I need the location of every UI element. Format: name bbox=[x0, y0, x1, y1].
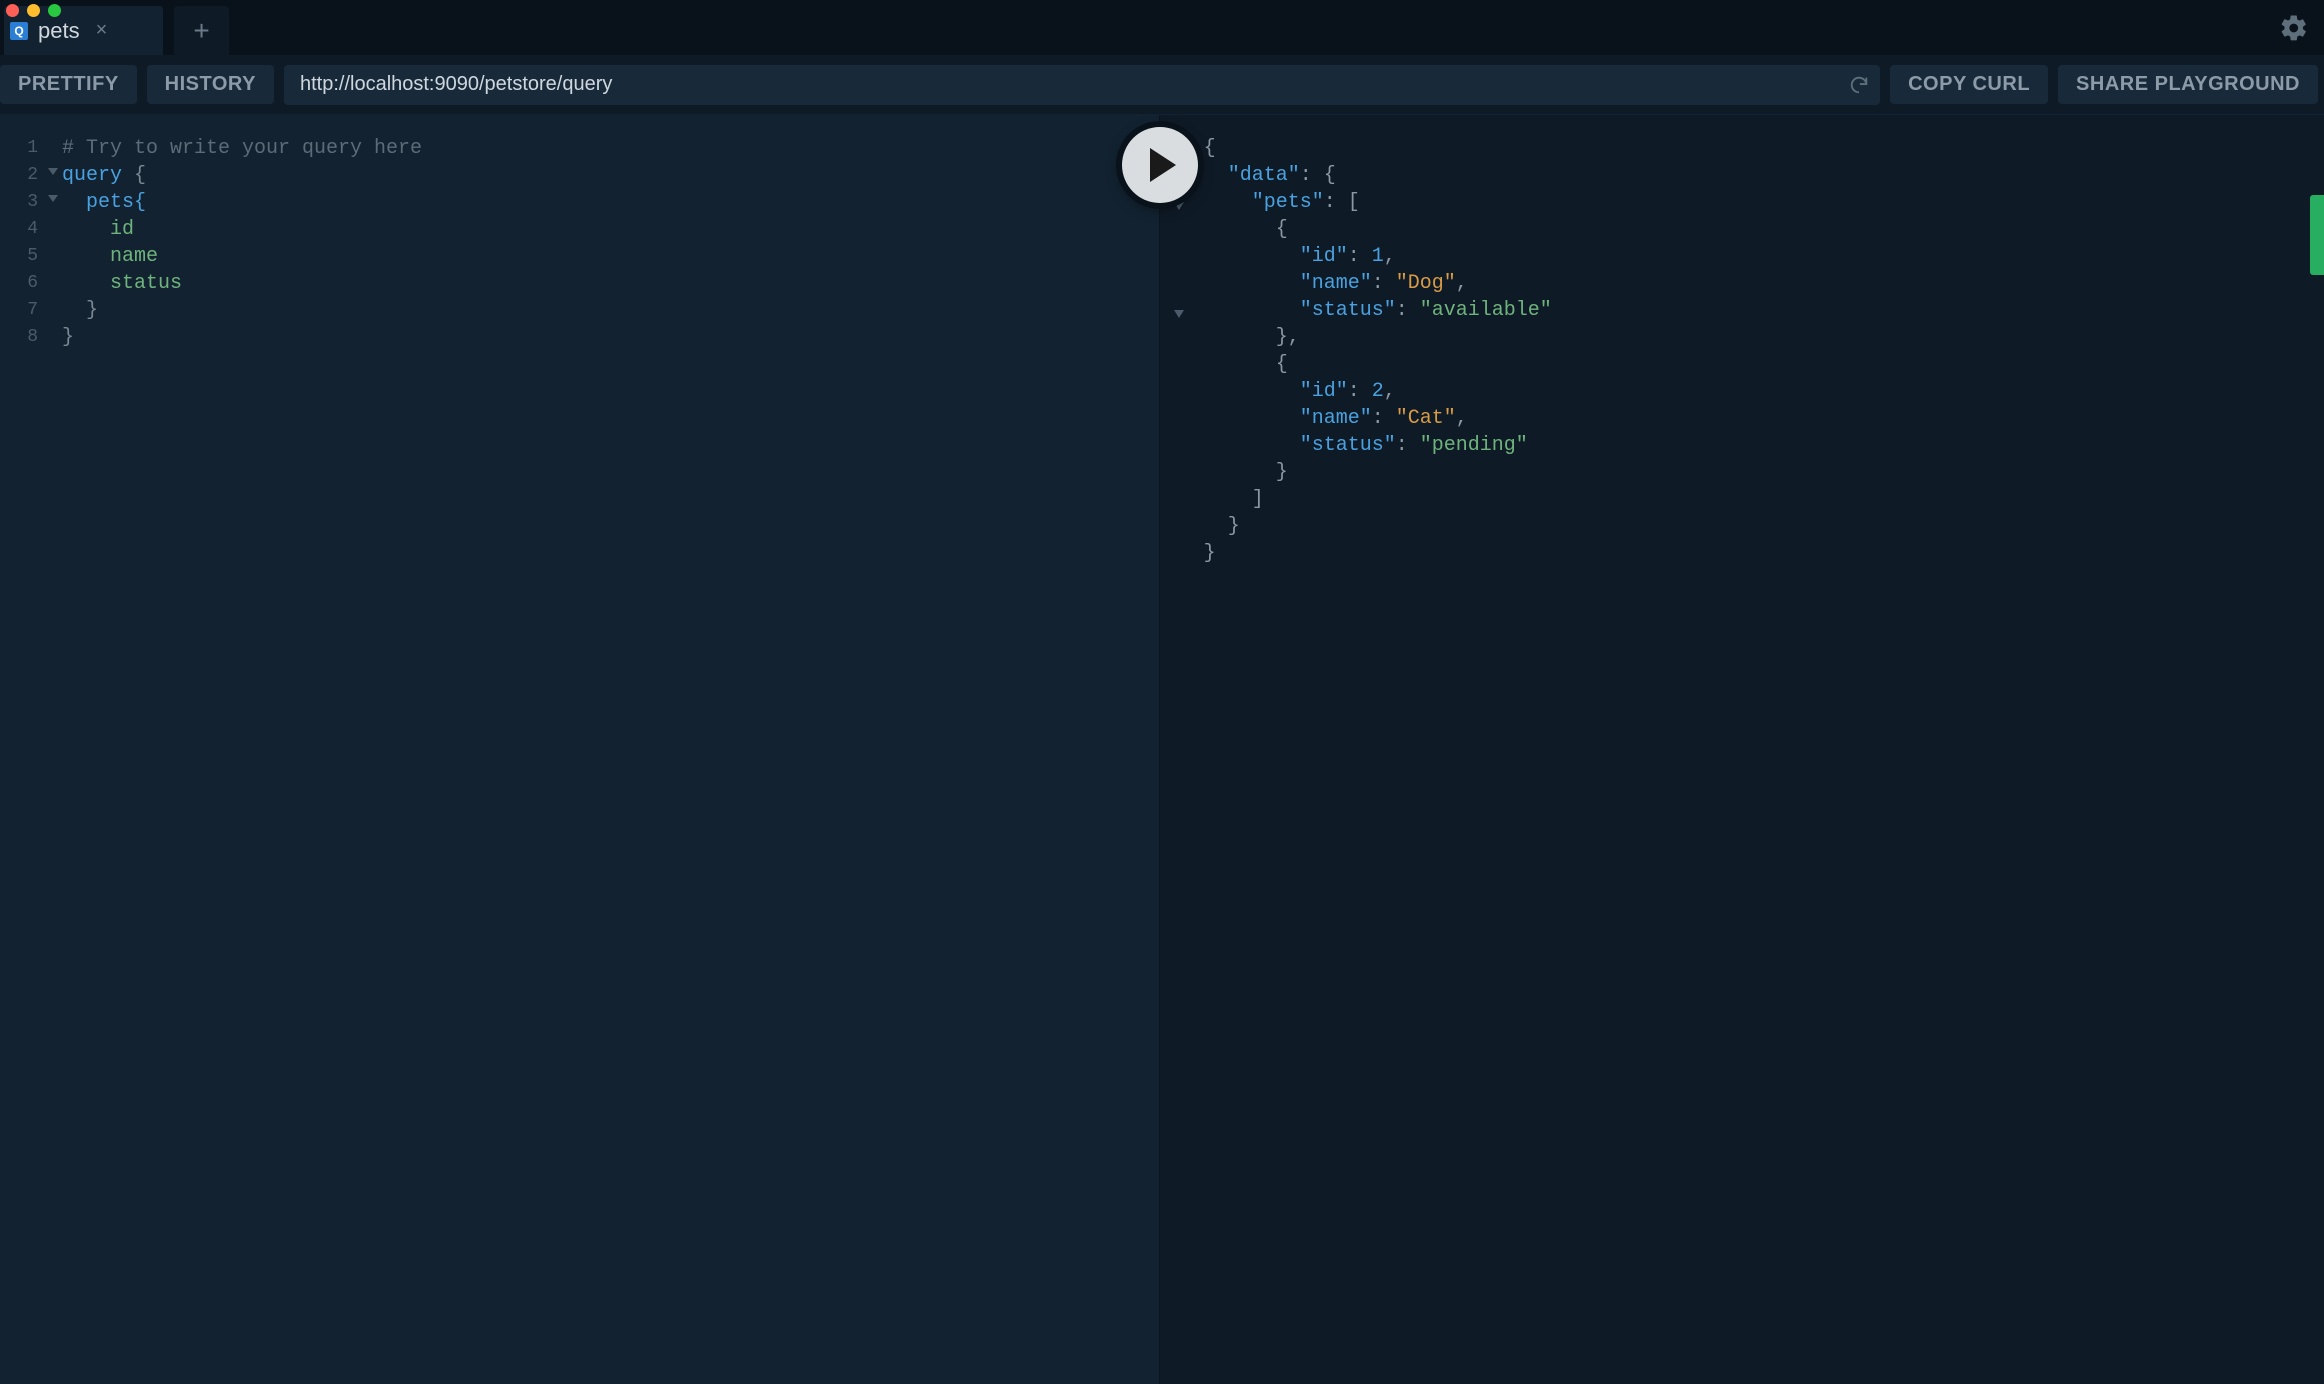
tab-title: pets bbox=[38, 18, 80, 44]
json-key-data: "data" bbox=[1228, 164, 1300, 187]
json-key-name: "name" bbox=[1300, 272, 1372, 295]
json-key-status: "status" bbox=[1300, 434, 1396, 457]
json-value: "Cat" bbox=[1396, 407, 1456, 430]
code-attr-status: status bbox=[62, 272, 182, 295]
play-icon bbox=[1150, 148, 1176, 182]
query-editor[interactable]: 1 2 3 4 5 6 7 8 # Try to write your quer… bbox=[0, 115, 1159, 351]
json-value: "pending" bbox=[1420, 434, 1528, 457]
json-key-name: "name" bbox=[1300, 407, 1372, 430]
json-value: "Dog" bbox=[1396, 272, 1456, 295]
zoom-window-dot[interactable] bbox=[48, 4, 61, 17]
result-pane: { "data": { "pets": [ { "id": 1, "name":… bbox=[1160, 115, 2324, 1384]
json-key-id: "id" bbox=[1300, 245, 1348, 268]
tab-bar: Q pets × + bbox=[0, 0, 2324, 55]
reload-icon bbox=[1848, 74, 1870, 96]
code-attr-name: name bbox=[62, 245, 158, 268]
prettify-button[interactable]: PRETTIFY bbox=[0, 65, 137, 104]
json-value: 1 bbox=[1372, 245, 1384, 268]
json-key-status: "status" bbox=[1300, 299, 1396, 322]
endpoint-field[interactable] bbox=[284, 65, 1880, 105]
share-playground-button[interactable]: SHARE PLAYGROUND bbox=[2058, 65, 2318, 104]
code-comment: # Try to write your query here bbox=[62, 137, 422, 160]
query-editor-pane: 1 2 3 4 5 6 7 8 # Try to write your quer… bbox=[0, 115, 1160, 1384]
tab-badge-icon: Q bbox=[10, 22, 28, 40]
history-button[interactable]: HISTORY bbox=[147, 65, 274, 104]
code-keyword: query bbox=[62, 164, 122, 187]
settings-button[interactable] bbox=[2264, 0, 2324, 55]
json-value: 2 bbox=[1372, 380, 1384, 403]
json-key-pets: "pets" bbox=[1252, 191, 1324, 214]
query-code[interactable]: # Try to write your query here query { p… bbox=[44, 115, 422, 351]
close-window-dot[interactable] bbox=[6, 4, 19, 17]
new-tab-button[interactable]: + bbox=[174, 6, 229, 55]
toolbar: PRETTIFY HISTORY COPY CURL SHARE PLAYGRO… bbox=[0, 55, 2324, 115]
app-root: Q pets × + PRETTIFY HISTORY COPY CURL SH… bbox=[0, 0, 2324, 1384]
gear-icon bbox=[2279, 13, 2309, 43]
execute-query-button[interactable] bbox=[1122, 127, 1198, 203]
minimize-window-dot[interactable] bbox=[27, 4, 40, 17]
close-tab-icon[interactable]: × bbox=[96, 19, 108, 42]
endpoint-input[interactable] bbox=[300, 73, 1848, 96]
window-controls bbox=[6, 4, 61, 17]
line-gutter: 1 2 3 4 5 6 7 8 bbox=[0, 115, 44, 351]
schema-drawer-handle[interactable] bbox=[2310, 195, 2324, 275]
copy-curl-button[interactable]: COPY CURL bbox=[1890, 65, 2048, 104]
json-key-id: "id" bbox=[1300, 380, 1348, 403]
main-area: 1 2 3 4 5 6 7 8 # Try to write your quer… bbox=[0, 115, 2324, 1384]
code-field-pets: pets{ bbox=[62, 191, 146, 214]
code-attr-id: id bbox=[62, 218, 134, 241]
json-value: "available" bbox=[1420, 299, 1552, 322]
reload-schema-button[interactable] bbox=[1848, 74, 1870, 96]
result-json[interactable]: { "data": { "pets": [ { "id": 1, "name":… bbox=[1198, 115, 1552, 567]
